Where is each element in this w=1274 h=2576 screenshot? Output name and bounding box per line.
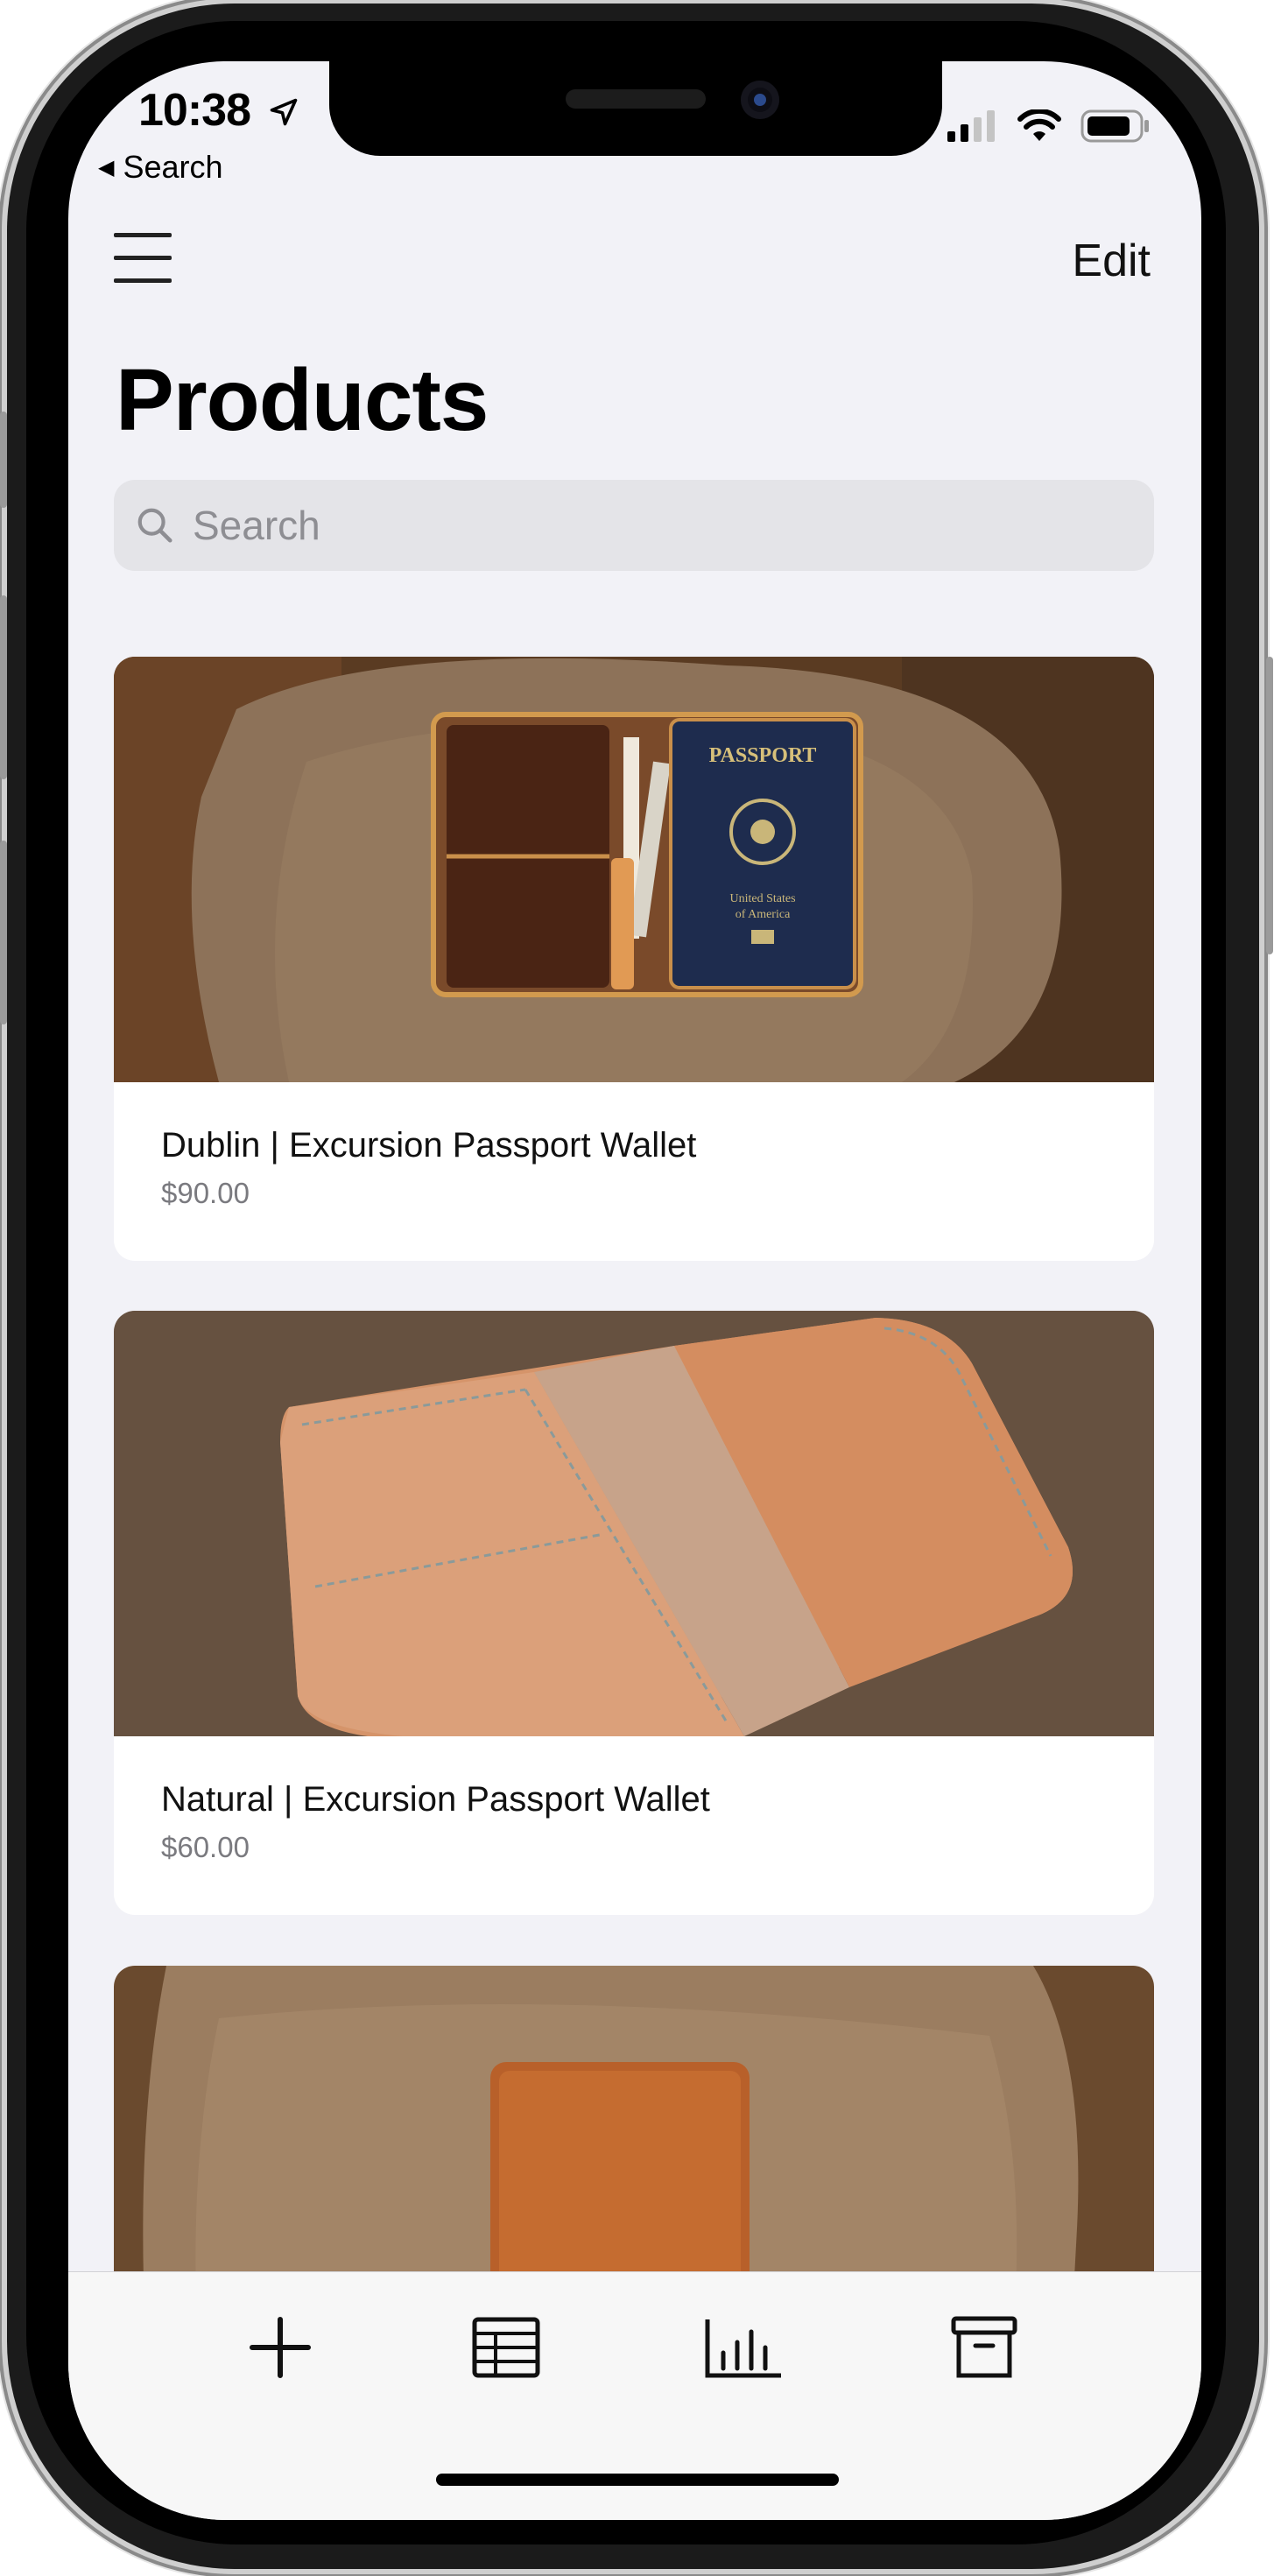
silent-switch xyxy=(0,412,7,508)
search-input[interactable] xyxy=(191,501,1070,550)
svg-text:United States: United States xyxy=(729,892,795,905)
search-bar[interactable] xyxy=(114,480,1154,571)
product-image-natural-wallet xyxy=(114,1311,1154,1736)
product-name: Dublin | Excursion Passport Wallet xyxy=(161,1126,697,1165)
add-icon[interactable] xyxy=(249,2316,312,2379)
cellular-signal-icon xyxy=(947,110,995,142)
product-price: $90.00 xyxy=(161,1177,250,1209)
product-name: Natural | Excursion Passport Wallet xyxy=(161,1780,710,1819)
power-button xyxy=(1266,657,1273,954)
volume-up-button xyxy=(0,595,7,779)
status-indicators xyxy=(947,109,1151,144)
page-title: Products xyxy=(116,351,489,449)
screen: 10:38 ◀ Search Edit Products Search PASS… xyxy=(68,61,1201,2520)
chart-icon[interactable] xyxy=(704,2316,783,2379)
notch xyxy=(329,61,942,156)
menu-icon[interactable] xyxy=(114,233,173,284)
home-indicator[interactable] xyxy=(436,2474,839,2486)
product-price: $60.00 xyxy=(161,1831,250,1863)
back-to-search-link[interactable]: ◀ Search xyxy=(98,149,223,186)
svg-text:of America: of America xyxy=(736,908,791,921)
front-camera xyxy=(741,81,779,119)
status-time: 10:38 xyxy=(138,85,251,136)
product-card[interactable]: PASSPORT United States of America Dublin… xyxy=(114,657,1154,1261)
edit-button[interactable]: Edit xyxy=(1072,235,1151,287)
battery-icon xyxy=(1080,109,1149,143)
product-card[interactable]: Natural | Excursion Passport Wallet $60.… xyxy=(114,1311,1154,1915)
product-image-dublin-wallet: PASSPORT United States of America xyxy=(114,657,1154,1082)
svg-text:PASSPORT: PASSPORT xyxy=(709,744,817,767)
archive-icon[interactable] xyxy=(951,2316,1017,2379)
table-icon[interactable] xyxy=(471,2316,541,2379)
search-icon xyxy=(137,508,172,543)
back-label: Search xyxy=(123,149,223,185)
earpiece-speaker xyxy=(566,89,706,109)
wifi-icon xyxy=(1017,109,1061,141)
volume-down-button xyxy=(0,841,7,1024)
back-triangle-icon: ◀ xyxy=(98,156,115,179)
location-arrow-icon xyxy=(270,98,298,126)
